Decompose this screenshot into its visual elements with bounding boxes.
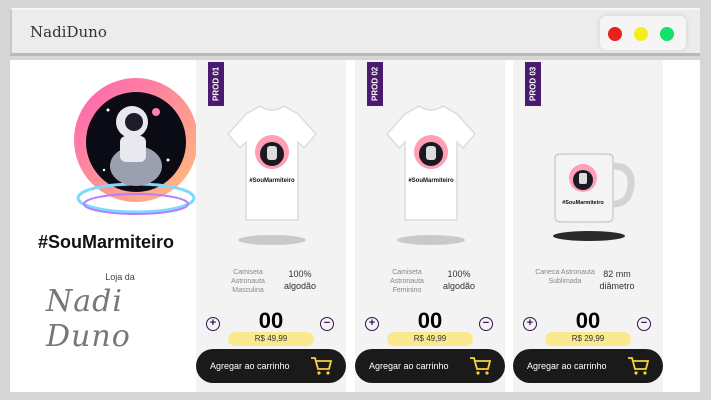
tshirt-print-text: #SouMarmiteiro <box>408 178 454 184</box>
cart-icon <box>470 357 491 375</box>
minimize-button[interactable] <box>634 27 648 41</box>
brand-panel: #SouMarmiteiro Loja da Nadi Duno <box>10 60 198 392</box>
product-description: Camiseta Astronauta Masculina <box>231 269 265 294</box>
product-card: PROD 03 #SouMarmiteiro Caneca Astronauta… <box>513 60 663 392</box>
close-button[interactable] <box>608 27 622 41</box>
product-price: R$ 29,99 <box>545 332 631 346</box>
product-spec: 100% algodão <box>283 269 317 291</box>
brand-signature: Nadi Duno <box>46 284 131 354</box>
quantity-decrease-button[interactable]: − <box>637 317 651 331</box>
add-to-cart-button[interactable]: Agregar ao carrinho <box>513 349 663 383</box>
tshirt-icon: #SouMarmiteiro <box>227 105 317 245</box>
add-to-cart-label: Agregar ao carrinho <box>369 361 449 371</box>
product-card: PROD 01 #SouMarmiteiro Camiseta Astronau… <box>196 60 346 392</box>
product-price: R$ 49,99 <box>387 332 473 346</box>
quantity-increase-button[interactable]: + <box>206 317 220 331</box>
add-to-cart-label: Agregar ao carrinho <box>527 361 607 371</box>
product-description: Camiseta Astronauta Feminino <box>390 269 424 294</box>
maximize-button[interactable] <box>660 27 674 41</box>
tshirt-print-text: #SouMarmiteiro <box>249 178 295 184</box>
product-price: R$ 49,99 <box>228 332 314 346</box>
add-to-cart-button[interactable]: Agregar ao carrinho <box>196 349 346 383</box>
quantity-increase-button[interactable]: + <box>365 317 379 331</box>
tshirt-icon: #SouMarmiteiro <box>386 105 476 245</box>
mug-icon: #SouMarmiteiro <box>553 153 635 241</box>
product-spec: 100% algodão <box>442 269 476 291</box>
window-controls <box>600 16 686 50</box>
product-spec: 82 mm diâmetro <box>599 269 635 291</box>
product-card: PROD 02 #SouMarmiteiro Camiseta Astronau… <box>355 60 505 392</box>
mug-print-text: #SouMarmiteiro <box>562 200 604 206</box>
brand-tagline: #SouMarmiteiro <box>37 232 175 252</box>
product-badge: PROD 01 <box>208 62 224 106</box>
window-frame: NadiDuno #SouMarmiteiro Loja da Nadi Dun… <box>0 0 711 400</box>
quantity-decrease-button[interactable]: − <box>479 317 493 331</box>
cart-icon <box>311 357 332 375</box>
product-description: Caneca Astronauta Sublimada <box>535 269 595 285</box>
cart-icon <box>628 357 649 375</box>
window-title: NadiDuno <box>30 23 107 41</box>
add-to-cart-button[interactable]: Agregar ao carrinho <box>355 349 505 383</box>
astronaut-logo-icon <box>74 78 198 215</box>
quantity-increase-button[interactable]: + <box>523 317 537 331</box>
product-badge: PROD 03 <box>525 62 541 106</box>
title-bar: NadiDuno <box>10 8 700 56</box>
product-badge: PROD 02 <box>367 62 383 106</box>
quantity-decrease-button[interactable]: − <box>320 317 334 331</box>
add-to-cart-label: Agregar ao carrinho <box>210 361 290 371</box>
